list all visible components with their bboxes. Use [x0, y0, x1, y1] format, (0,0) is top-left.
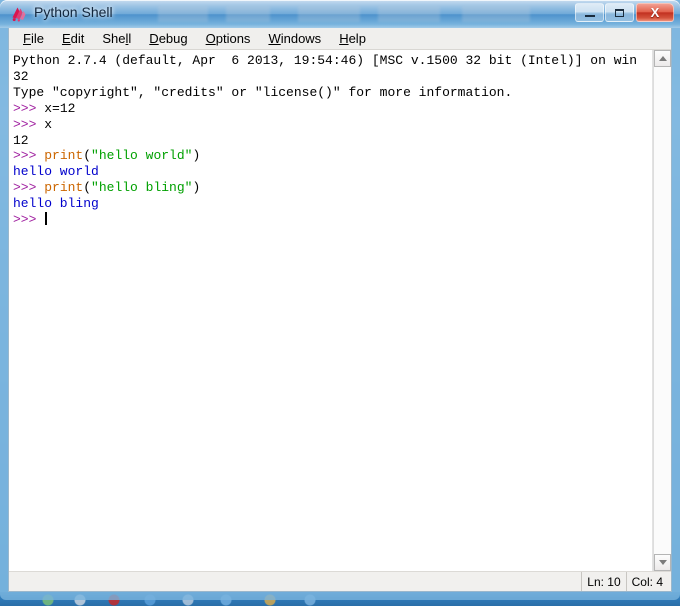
shell-line: >>> x — [13, 117, 650, 133]
scroll-up-button[interactable] — [654, 50, 671, 67]
menu-item-edit[interactable]: Edit — [53, 29, 93, 48]
shell-token-keyword: print — [44, 180, 84, 196]
python-shell-window: Python Shell X File Edit Shell Debug Options… — [0, 0, 680, 600]
shell-token-prompt: >>> — [13, 180, 45, 196]
menu-item-file[interactable]: File — [14, 29, 53, 48]
shell-output-text[interactable]: Python 2.7.4 (default, Apr 6 2013, 19:54… — [9, 50, 653, 571]
shell-token-plain: Type "copyright", "credits" or "license(… — [13, 84, 513, 100]
menu-accelerator-shell: l — [125, 31, 129, 46]
minimize-icon — [576, 4, 603, 21]
menu-accelerator-edit: E — [61, 31, 71, 46]
shell-token-keyword: print — [44, 148, 84, 164]
title-bar[interactable]: Python Shell X — [0, 0, 680, 28]
shell-token-plain: ) — [192, 180, 201, 196]
shell-token-prompt: >>> — [13, 212, 45, 228]
shell-token-plain: x — [44, 116, 53, 132]
python-idle-icon — [12, 7, 26, 22]
shell-line: >>> — [13, 212, 650, 228]
vertical-scrollbar[interactable] — [653, 50, 671, 571]
shell-token-plain: 32 — [13, 68, 29, 84]
status-column-indicator: Col: 4 — [625, 572, 671, 591]
menu-accelerator-options: O — [205, 31, 216, 46]
title-bar-glass-bleed — [150, 6, 580, 22]
shell-token-output: hello bling — [13, 196, 99, 212]
menu-accelerator-windows: W — [268, 31, 281, 46]
shell-token-string: "hello world" — [91, 148, 193, 164]
shell-line: Type "copyright", "credits" or "license(… — [13, 85, 650, 101]
scroll-down-button[interactable] — [654, 554, 671, 571]
shell-token-plain: ) — [192, 148, 201, 164]
menu-item-shell[interactable]: Shell — [93, 29, 140, 48]
shell-token-plain: ( — [83, 148, 92, 164]
minimize-button[interactable] — [575, 3, 604, 22]
text-caret — [45, 212, 48, 226]
menu-accelerator-help: H — [339, 31, 349, 46]
shell-line: hello world — [13, 164, 650, 180]
close-button[interactable]: X — [636, 3, 674, 22]
shell-token-prompt: >>> — [13, 116, 45, 132]
scrollbar-track[interactable] — [654, 67, 671, 554]
menu-accelerator-file: F — [23, 31, 31, 46]
shell-line: 32 — [13, 69, 650, 85]
shell-token-plain: Python 2.7.4 (default, Apr 6 2013, 19:54… — [13, 53, 638, 68]
shell-token-output: hello world — [13, 164, 99, 180]
shell-line: 12 — [13, 133, 650, 149]
shell-line: >>> print("hello world") — [13, 148, 650, 164]
shell-token-plain: 12 — [13, 132, 29, 148]
shell-line: >>> x=12 — [13, 101, 650, 117]
shell-token-prompt: >>> — [13, 100, 45, 116]
shell-line: >>> print("hello bling") — [13, 180, 650, 196]
shell-token-string: "hello bling" — [91, 180, 193, 196]
status-bar: Ln: 10 Col: 4 — [9, 571, 671, 591]
menu-accelerator-debug: D — [149, 31, 159, 46]
maximize-icon — [606, 4, 633, 21]
scroll-down-arrow-icon — [658, 560, 667, 565]
menu-item-debug[interactable]: Debug — [140, 29, 196, 48]
shell-line: hello bling — [13, 196, 650, 212]
shell-token-plain: x=12 — [44, 100, 76, 116]
menu-item-options[interactable]: Options — [197, 29, 260, 48]
menu-item-windows[interactable]: Windows — [259, 29, 330, 48]
close-icon: X — [650, 5, 660, 20]
client-area: File Edit Shell Debug Options Windows Help Pyt… — [8, 28, 672, 592]
shell-token-plain: ( — [83, 180, 92, 196]
menu-item-help[interactable]: Help — [330, 29, 375, 48]
scroll-up-arrow-icon — [658, 56, 667, 61]
window-title: Python Shell — [34, 4, 113, 20]
menu-bar: File Edit Shell Debug Options Windows Help — [9, 28, 671, 50]
status-line-indicator: Ln: 10 — [581, 572, 625, 591]
shell-line: Python 2.7.4 (default, Apr 6 2013, 19:54… — [13, 53, 650, 69]
shell-token-prompt: >>> — [13, 148, 45, 164]
maximize-button[interactable] — [605, 3, 634, 22]
shell-region: Python 2.7.4 (default, Apr 6 2013, 19:54… — [9, 50, 671, 571]
